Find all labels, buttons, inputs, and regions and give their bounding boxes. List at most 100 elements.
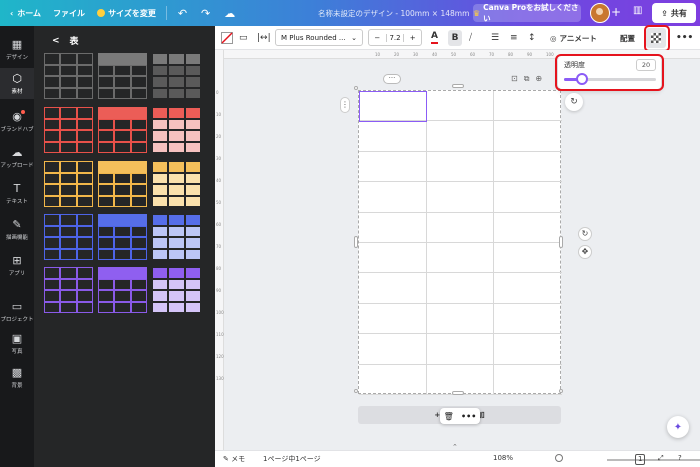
magic-assistant-icon[interactable]: ✦ (667, 416, 689, 438)
table-cell[interactable] (494, 91, 562, 122)
table-cell[interactable] (494, 121, 562, 152)
border-icon[interactable]: ▭ (239, 26, 248, 50)
align-icon[interactable]: ☰ (491, 26, 499, 50)
help-icon[interactable]: ? (678, 454, 682, 462)
table-template-tile[interactable] (152, 161, 201, 207)
table-cell[interactable] (494, 304, 562, 335)
table-cell[interactable] (359, 151, 427, 183)
trash-icon[interactable]: 🗑 (444, 412, 454, 421)
avatar[interactable] (590, 3, 610, 23)
table-template-tile[interactable] (98, 267, 147, 313)
text-spacing-icon[interactable]: ↕ (528, 26, 536, 50)
rail-item-0[interactable]: ▦ デザイン (0, 34, 34, 65)
fullscreen-icon[interactable]: ⤢ (658, 454, 664, 463)
decrease-size-button[interactable]: − (369, 34, 386, 42)
insights-icon[interactable]: ▥ (633, 5, 642, 16)
rail-item-2[interactable]: ◉ ブランドハブ (0, 106, 34, 137)
position-button[interactable]: 配置 (620, 26, 635, 50)
spacing-icon[interactable]: |↔| (257, 26, 271, 50)
page-options-icon[interactable]: ··· (383, 74, 401, 84)
rail-item-8[interactable]: ▣ 写真 (0, 328, 34, 359)
rail-item-5[interactable]: ✎ 描画機能 (0, 214, 34, 245)
resize-handle[interactable] (354, 389, 358, 393)
table-template-tile[interactable] (44, 107, 93, 153)
table-template-tile[interactable] (152, 214, 201, 260)
rail-item-9[interactable]: ▩ 背景 (0, 362, 34, 393)
font-size-stepper[interactable]: − 7.2 + (368, 29, 422, 46)
rail-item-6[interactable]: ⊞ アプリ (0, 250, 34, 281)
cloud-save-icon[interactable]: ☁ (217, 0, 242, 26)
text-color-icon[interactable]: A (431, 30, 438, 44)
rail-item-1[interactable]: ⬡ 素材 (0, 68, 34, 99)
resize-handle[interactable] (452, 84, 464, 88)
table-template-tile[interactable] (44, 267, 93, 313)
table-cell[interactable] (494, 365, 562, 395)
table-cell[interactable] (494, 243, 562, 274)
share-button[interactable]: ⇪ 共有 (652, 3, 696, 23)
table-cell[interactable] (359, 121, 427, 152)
resize-button[interactable]: サイズを変更 (91, 0, 162, 26)
add-page-icon[interactable]: ⊕ (535, 74, 542, 84)
table-cell[interactable] (427, 243, 494, 274)
rail-item-4[interactable]: T テキスト (0, 178, 34, 209)
table-cell[interactable] (427, 273, 494, 304)
table-cell[interactable] (427, 212, 494, 243)
notes-button[interactable]: ✎ メモ (223, 454, 245, 464)
document-title[interactable]: 名称未設定のデザイン - 100mm × 148mm (318, 0, 469, 26)
back-icon[interactable]: < (52, 36, 60, 46)
table-cell[interactable] (427, 151, 494, 183)
rotate-icon[interactable]: ↻ (578, 227, 592, 241)
table-cell[interactable] (494, 152, 562, 183)
canva-pro-button[interactable]: ♛ Canva Proをお試しください (473, 3, 581, 23)
zoom-value[interactable]: 108% (493, 454, 513, 462)
table-cell[interactable] (359, 334, 427, 365)
zoom-thumb[interactable] (555, 454, 563, 462)
table-template-tile[interactable] (44, 161, 93, 207)
redo-icon[interactable]: ↷ (194, 0, 217, 26)
move-icon[interactable]: ✥ (578, 245, 592, 259)
selected-cell[interactable] (359, 91, 427, 122)
table-template-tile[interactable] (98, 214, 147, 260)
file-menu[interactable]: ファイル (47, 0, 91, 26)
resize-handle[interactable] (354, 86, 358, 90)
duplicate-icon[interactable]: ⧉ (524, 74, 530, 84)
table-template-tile[interactable] (44, 214, 93, 260)
table-cell[interactable] (427, 334, 494, 365)
resize-handle[interactable] (452, 391, 464, 395)
home-button[interactable]: ‹ ホーム (0, 0, 47, 26)
table-template-tile[interactable] (98, 161, 147, 207)
resize-handle[interactable] (559, 389, 563, 393)
table-cell[interactable] (427, 182, 494, 213)
table-cell[interactable] (494, 334, 562, 365)
table-template-tile[interactable] (98, 53, 147, 99)
animate-button[interactable]: ◎ アニメート (550, 26, 597, 50)
table-cell[interactable] (494, 213, 562, 243)
table-template-tile[interactable] (98, 107, 147, 153)
design-page[interactable] (358, 90, 562, 395)
table-template-tile[interactable] (152, 107, 201, 153)
zoom-slider[interactable] (607, 459, 700, 461)
more-icon[interactable]: ••• (461, 412, 476, 421)
lock-icon[interactable]: ⊡ (511, 74, 518, 84)
table-template-tile[interactable] (152, 267, 201, 313)
table-cell[interactable] (359, 182, 427, 213)
table-cell[interactable] (494, 182, 562, 213)
table-cell[interactable] (427, 121, 494, 152)
table-cell[interactable] (494, 273, 562, 304)
resize-handle[interactable] (354, 236, 358, 248)
rail-item-3[interactable]: ☁ アップロード (0, 142, 34, 173)
more-options-icon[interactable]: ••• (676, 26, 693, 50)
italic-icon[interactable]: ⧸ (469, 26, 472, 50)
table-template-tile[interactable] (44, 53, 93, 99)
table-cell[interactable] (427, 91, 494, 122)
rail-item-7[interactable]: ▭ プロジェクト (0, 296, 34, 327)
font-size-value[interactable]: 7.2 (385, 33, 405, 42)
table-cell[interactable] (359, 212, 427, 243)
font-dropdown[interactable]: M Plus Rounded ... ⌄ (275, 29, 363, 46)
undo-icon[interactable]: ↶ (171, 0, 194, 26)
resize-handle[interactable] (559, 236, 563, 248)
table-template-tile[interactable] (152, 53, 201, 99)
table-cell[interactable] (427, 303, 494, 335)
add-collaborator-icon[interactable]: + (611, 5, 621, 19)
page-indicator[interactable]: 1ページ中1ページ (263, 454, 321, 464)
